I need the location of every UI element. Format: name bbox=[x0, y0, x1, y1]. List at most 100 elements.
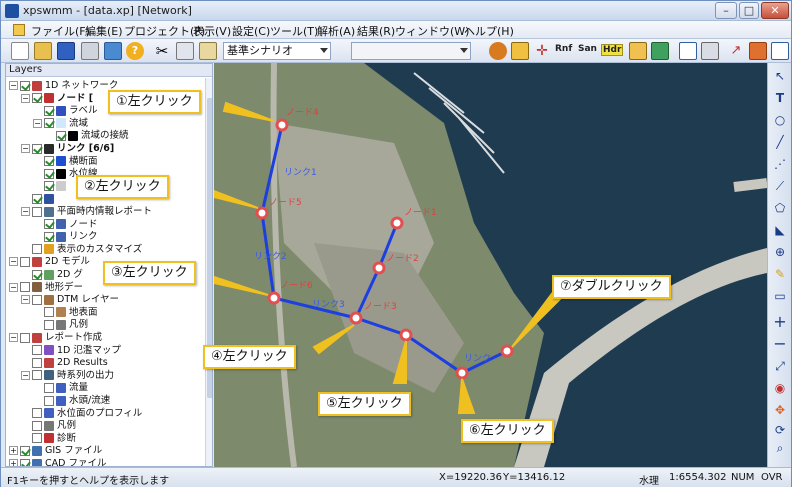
expand-toggle-icon[interactable]: − bbox=[21, 93, 30, 103]
layer-item[interactable]: ノード bbox=[33, 218, 98, 231]
layer-item[interactable]: + CAD ファイル bbox=[9, 457, 106, 466]
layer-item[interactable]: ラベル bbox=[33, 104, 98, 117]
expand-toggle-icon[interactable]: − bbox=[9, 333, 18, 342]
line-tool-icon[interactable]: ╱ bbox=[773, 135, 787, 149]
layer-visibility-checkbox[interactable] bbox=[56, 130, 66, 141]
expand-toggle-icon[interactable]: − bbox=[21, 295, 30, 305]
copy-icon[interactable] bbox=[176, 42, 194, 60]
chart-icon[interactable] bbox=[771, 42, 789, 60]
map-canvas[interactable]: ノード4 ノード5 ノード6 ノード3 ノード1 ノード2 リンク1 リンク2 … bbox=[214, 63, 767, 467]
node-2[interactable] bbox=[372, 261, 386, 275]
layer-item[interactable]: − DTM レイヤー bbox=[21, 293, 119, 306]
node-b[interactable] bbox=[455, 366, 469, 380]
layer-item[interactable]: − 流域 bbox=[33, 117, 88, 130]
layer-visibility-checkbox[interactable] bbox=[44, 319, 54, 330]
layer-visibility-checkbox[interactable] bbox=[44, 219, 54, 230]
layer-visibility-checkbox[interactable] bbox=[44, 105, 54, 116]
zoom-out-icon[interactable]: − bbox=[773, 336, 787, 352]
expand-toggle-icon[interactable]: − bbox=[33, 118, 42, 128]
layer-visibility-checkbox[interactable] bbox=[32, 93, 42, 104]
circle-tool-icon[interactable]: ○ bbox=[773, 113, 787, 127]
text-tool-icon[interactable]: T bbox=[773, 91, 787, 105]
scenario-select[interactable]: 基準シナリオ bbox=[223, 42, 331, 60]
layer-item[interactable]: + GIS ファイル bbox=[9, 444, 102, 457]
layer-item[interactable]: 流域の接続 bbox=[45, 129, 129, 142]
layer-item[interactable]: 横断面 bbox=[33, 155, 98, 168]
layer-item[interactable]: − 2D モデル bbox=[9, 255, 90, 268]
layer-visibility-checkbox[interactable] bbox=[32, 357, 42, 368]
layer-visibility-checkbox[interactable] bbox=[44, 395, 54, 406]
select-arrow-icon[interactable]: ↖ bbox=[773, 69, 787, 83]
layer-item[interactable]: リンク bbox=[33, 230, 98, 243]
layer-item[interactable]: − 時系列の出力 bbox=[21, 369, 114, 382]
layer-visibility-checkbox[interactable] bbox=[32, 143, 42, 154]
layers-scrollbar[interactable] bbox=[205, 78, 212, 466]
node-6[interactable] bbox=[267, 291, 281, 305]
layer-visibility-checkbox[interactable] bbox=[44, 156, 54, 167]
crosshair-icon[interactable]: ✛ bbox=[533, 42, 551, 60]
layer-visibility-checkbox[interactable] bbox=[32, 370, 42, 381]
layer-visibility-checkbox[interactable] bbox=[32, 420, 42, 431]
menu-view[interactable]: 表示(V) bbox=[193, 23, 231, 39]
zoom-all-icon[interactable]: ◉ bbox=[773, 381, 787, 395]
close-button[interactable]: ✕ bbox=[761, 2, 789, 19]
layer-visibility-checkbox[interactable] bbox=[44, 382, 54, 393]
layer-visibility-checkbox[interactable] bbox=[20, 256, 30, 267]
expand-toggle-icon[interactable]: − bbox=[9, 81, 18, 90]
window-icon[interactable] bbox=[701, 42, 719, 60]
secondary-select[interactable] bbox=[351, 42, 471, 60]
layer-visibility-checkbox[interactable] bbox=[20, 458, 30, 466]
save-icon[interactable] bbox=[57, 42, 75, 60]
layer-visibility-checkbox[interactable] bbox=[32, 193, 42, 204]
layer-item[interactable]: − ノード [ bbox=[21, 92, 93, 105]
layer-visibility-checkbox[interactable] bbox=[32, 244, 42, 255]
layer-visibility-checkbox[interactable] bbox=[32, 294, 42, 305]
refresh-icon[interactable]: ⟳ bbox=[773, 423, 787, 437]
node-3[interactable] bbox=[349, 311, 363, 325]
layer-item[interactable] bbox=[21, 192, 57, 205]
table-icon[interactable] bbox=[679, 42, 697, 60]
zoom-extent-icon[interactable]: ⤢ bbox=[773, 359, 787, 373]
menu-edit[interactable]: 編集(E) bbox=[85, 23, 123, 39]
layer-visibility-checkbox[interactable] bbox=[32, 408, 42, 419]
layer-item[interactable]: 水頭/流速 bbox=[33, 394, 110, 407]
layer-item[interactable] bbox=[33, 180, 69, 193]
folder-icon[interactable] bbox=[629, 42, 647, 60]
print-icon[interactable] bbox=[81, 42, 99, 60]
report-icon[interactable] bbox=[651, 42, 669, 60]
node-4[interactable] bbox=[275, 118, 289, 132]
expand-toggle-icon[interactable]: − bbox=[21, 370, 30, 380]
layer-item[interactable]: −1D ネットワーク bbox=[9, 79, 118, 92]
magnifier-icon[interactable]: ⌕ bbox=[773, 441, 787, 455]
menu-tools[interactable]: ツール(T) bbox=[270, 23, 318, 39]
expand-toggle-icon[interactable]: − bbox=[21, 207, 30, 216]
layer-item[interactable]: 水位面のプロフィル bbox=[21, 407, 142, 420]
new-file-icon[interactable] bbox=[11, 42, 29, 60]
layer-visibility-checkbox[interactable] bbox=[44, 307, 54, 318]
layer-item[interactable]: 2D Results bbox=[21, 356, 108, 369]
layer-visibility-checkbox[interactable] bbox=[32, 269, 42, 280]
layer-item[interactable]: − レポート作成 bbox=[9, 331, 102, 344]
help-book-icon[interactable] bbox=[104, 42, 122, 60]
layer-visibility-checkbox[interactable] bbox=[20, 80, 30, 91]
menu-file[interactable]: ファイル(F) bbox=[31, 23, 90, 39]
menu-settings[interactable]: 設定(C) bbox=[232, 23, 270, 39]
layer-visibility-checkbox[interactable] bbox=[32, 433, 42, 444]
menu-help[interactable]: ヘルプ(H) bbox=[464, 23, 514, 39]
ruler-icon[interactable]: ✎ bbox=[773, 267, 787, 281]
layer-visibility-checkbox[interactable] bbox=[20, 332, 30, 343]
layer-item[interactable]: 凡例 bbox=[21, 419, 76, 432]
tools-icon[interactable] bbox=[749, 42, 767, 60]
expand-toggle-icon[interactable]: − bbox=[21, 144, 30, 153]
node-5[interactable] bbox=[255, 206, 269, 220]
layer-item[interactable]: 流量 bbox=[33, 381, 88, 394]
help-icon[interactable]: ? bbox=[126, 42, 144, 60]
layer-item[interactable]: 地表面 bbox=[33, 306, 98, 319]
paste-icon[interactable] bbox=[199, 42, 217, 60]
layer-item[interactable]: − リンク [6/6] bbox=[21, 142, 114, 155]
polyline-tool-icon[interactable]: ⟋ bbox=[773, 179, 787, 193]
open-folder-icon[interactable] bbox=[34, 42, 52, 60]
layer-item[interactable]: 1D 氾濫マップ bbox=[21, 344, 121, 357]
layer-visibility-checkbox[interactable] bbox=[32, 206, 42, 217]
menu-results[interactable]: 結果(R) bbox=[357, 23, 395, 39]
